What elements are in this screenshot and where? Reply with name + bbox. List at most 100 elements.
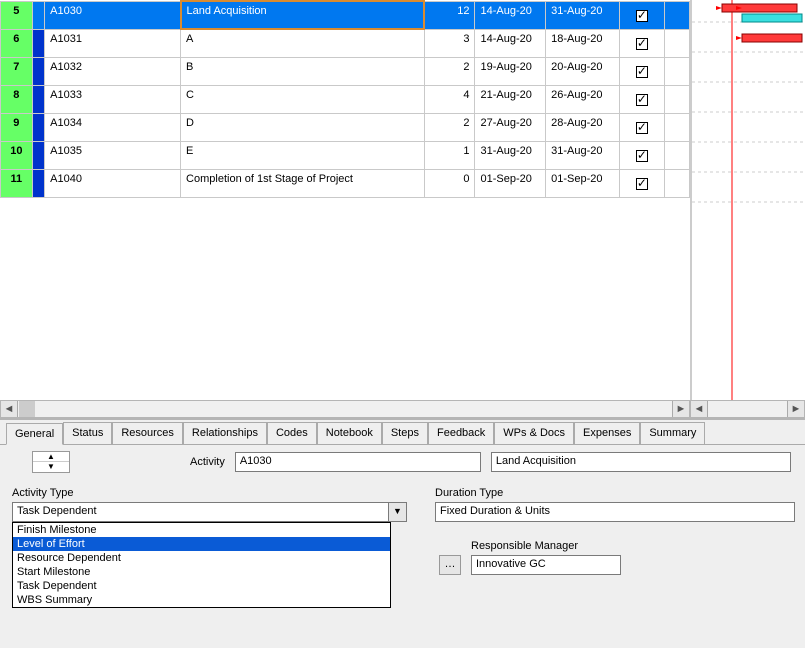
tab-codes[interactable]: Codes bbox=[267, 422, 317, 444]
checkbox-icon[interactable] bbox=[636, 38, 648, 50]
activity-type-option[interactable]: Task Dependent bbox=[13, 579, 390, 593]
scroll-left-icon[interactable]: ◄ bbox=[691, 401, 708, 417]
duration-cell[interactable]: 1 bbox=[424, 141, 475, 169]
duration-cell[interactable]: 0 bbox=[424, 169, 475, 197]
table-row[interactable]: 9 A1034D227-Aug-2028-Aug-20 bbox=[1, 113, 690, 141]
activity-name-cell[interactable]: Land Acquisition bbox=[181, 1, 424, 29]
activity-type-option[interactable]: WBS Summary bbox=[13, 593, 390, 607]
gantt-chart[interactable] bbox=[690, 0, 805, 400]
responsible-manager-field[interactable]: Innovative GC bbox=[471, 555, 621, 575]
tab-notebook[interactable]: Notebook bbox=[317, 422, 382, 444]
table-row[interactable]: 7 A1032B219-Aug-2020-Aug-20 bbox=[1, 57, 690, 85]
scroll-right-icon[interactable]: ► bbox=[787, 401, 804, 417]
browse-button[interactable]: … bbox=[439, 555, 461, 575]
checkbox-cell[interactable] bbox=[619, 29, 664, 57]
activity-spinner[interactable]: ▲ ▼ bbox=[32, 451, 70, 473]
row-header[interactable]: 11 bbox=[1, 169, 33, 197]
tab-wps-docs[interactable]: WPs & Docs bbox=[494, 422, 574, 444]
activity-name-cell[interactable]: C bbox=[181, 85, 424, 113]
gantt-horizontal-scrollbar[interactable]: ◄ ► bbox=[690, 400, 805, 418]
activity-name-cell[interactable]: E bbox=[181, 141, 424, 169]
grid-horizontal-scrollbar[interactable]: ◄ ► bbox=[0, 400, 690, 418]
activity-type-option[interactable]: Level of Effort bbox=[13, 537, 390, 551]
start-date-cell[interactable]: 01-Sep-20 bbox=[475, 169, 546, 197]
start-date-cell[interactable]: 21-Aug-20 bbox=[475, 85, 546, 113]
duration-cell[interactable]: 12 bbox=[424, 1, 475, 29]
checkbox-icon[interactable] bbox=[636, 66, 648, 78]
start-date-cell[interactable]: 14-Aug-20 bbox=[475, 1, 546, 29]
checkbox-cell[interactable] bbox=[619, 113, 664, 141]
tab-steps[interactable]: Steps bbox=[382, 422, 428, 444]
checkbox-cell[interactable] bbox=[619, 57, 664, 85]
activity-type-dropdown[interactable]: Task Dependent ▼ Finish MilestoneLevel o… bbox=[12, 502, 407, 522]
start-date-cell[interactable]: 31-Aug-20 bbox=[475, 141, 546, 169]
activity-name-cell[interactable]: B bbox=[181, 57, 424, 85]
tab-expenses[interactable]: Expenses bbox=[574, 422, 640, 444]
checkbox-icon[interactable] bbox=[636, 150, 648, 162]
row-header[interactable]: 8 bbox=[1, 85, 33, 113]
checkbox-icon[interactable] bbox=[636, 178, 648, 190]
tab-general[interactable]: General bbox=[6, 423, 63, 445]
tab-relationships[interactable]: Relationships bbox=[183, 422, 267, 444]
dropdown-arrow-icon[interactable]: ▼ bbox=[389, 502, 407, 522]
activity-id-cell[interactable]: A1030 bbox=[45, 1, 181, 29]
activity-name-field[interactable]: Land Acquisition bbox=[491, 452, 791, 472]
spinner-down-icon[interactable]: ▼ bbox=[33, 462, 69, 472]
activity-name-cell[interactable]: A bbox=[181, 29, 424, 57]
row-header[interactable]: 6 bbox=[1, 29, 33, 57]
activity-name-cell[interactable]: Completion of 1st Stage of Project bbox=[181, 169, 424, 197]
duration-cell[interactable]: 4 bbox=[424, 85, 475, 113]
activity-type-option[interactable]: Start Milestone bbox=[13, 565, 390, 579]
duration-cell[interactable]: 2 bbox=[424, 57, 475, 85]
checkbox-icon[interactable] bbox=[636, 10, 648, 22]
checkbox-cell[interactable] bbox=[619, 169, 664, 197]
activity-id-cell[interactable]: A1035 bbox=[45, 141, 181, 169]
activity-id-cell[interactable]: A1033 bbox=[45, 85, 181, 113]
activity-id-cell[interactable]: A1032 bbox=[45, 57, 181, 85]
finish-date-cell[interactable]: 18-Aug-20 bbox=[546, 29, 620, 57]
finish-date-cell[interactable]: 20-Aug-20 bbox=[546, 57, 620, 85]
finish-date-cell[interactable]: 28-Aug-20 bbox=[546, 113, 620, 141]
activity-name-cell[interactable]: D bbox=[181, 113, 424, 141]
activity-id-cell[interactable]: A1034 bbox=[45, 113, 181, 141]
activity-grid[interactable]: 5A1030Land Acquisition1214-Aug-2031-Aug-… bbox=[0, 0, 690, 400]
checkbox-cell[interactable] bbox=[619, 85, 664, 113]
checkbox-icon[interactable] bbox=[636, 94, 648, 106]
row-header[interactable]: 9 bbox=[1, 113, 33, 141]
checkbox-cell[interactable] bbox=[619, 141, 664, 169]
finish-date-cell[interactable]: 31-Aug-20 bbox=[546, 141, 620, 169]
table-row[interactable]: 5 A1030Land Acquisition1214-Aug-2031-Aug-… bbox=[1, 1, 690, 29]
scroll-thumb[interactable] bbox=[19, 401, 35, 417]
table-row[interactable]: 6 A1031A314-Aug-2018-Aug-20 bbox=[1, 29, 690, 57]
tab-feedback[interactable]: Feedback bbox=[428, 422, 494, 444]
checkbox-icon[interactable] bbox=[636, 122, 648, 134]
finish-date-cell[interactable]: 31-Aug-20 bbox=[546, 1, 620, 29]
row-header[interactable]: 7 bbox=[1, 57, 33, 85]
start-date-cell[interactable]: 19-Aug-20 bbox=[475, 57, 546, 85]
finish-date-cell[interactable]: 01-Sep-20 bbox=[546, 169, 620, 197]
scroll-right-icon[interactable]: ► bbox=[672, 401, 689, 417]
scroll-left-icon[interactable]: ◄ bbox=[1, 401, 18, 417]
finish-date-cell[interactable]: 26-Aug-20 bbox=[546, 85, 620, 113]
activity-type-option[interactable]: Finish Milestone bbox=[13, 523, 390, 537]
activity-type-option[interactable]: Resource Dependent bbox=[13, 551, 390, 565]
checkbox-cell[interactable] bbox=[619, 1, 664, 29]
tab-status[interactable]: Status bbox=[63, 422, 112, 444]
table-row[interactable]: 11 A1040Completion of 1st Stage of Projec… bbox=[1, 169, 690, 197]
row-header[interactable]: 10 bbox=[1, 141, 33, 169]
start-date-cell[interactable]: 14-Aug-20 bbox=[475, 29, 546, 57]
duration-type-field[interactable]: Fixed Duration & Units bbox=[435, 502, 795, 522]
activity-type-option-list[interactable]: Finish MilestoneLevel of EffortResource … bbox=[12, 522, 391, 608]
activity-id-cell[interactable]: A1031 bbox=[45, 29, 181, 57]
activity-id-field[interactable]: A1030 bbox=[235, 452, 481, 472]
row-header[interactable]: 5 bbox=[1, 1, 33, 29]
table-row[interactable]: 8 A1033C421-Aug-2026-Aug-20 bbox=[1, 85, 690, 113]
tab-resources[interactable]: Resources bbox=[112, 422, 183, 444]
spinner-up-icon[interactable]: ▲ bbox=[33, 452, 69, 462]
duration-cell[interactable]: 2 bbox=[424, 113, 475, 141]
activity-id-cell[interactable]: A1040 bbox=[45, 169, 181, 197]
duration-cell[interactable]: 3 bbox=[424, 29, 475, 57]
start-date-cell[interactable]: 27-Aug-20 bbox=[475, 113, 546, 141]
tab-summary[interactable]: Summary bbox=[640, 422, 705, 444]
table-row[interactable]: 10A1035E131-Aug-2031-Aug-20 bbox=[1, 141, 690, 169]
